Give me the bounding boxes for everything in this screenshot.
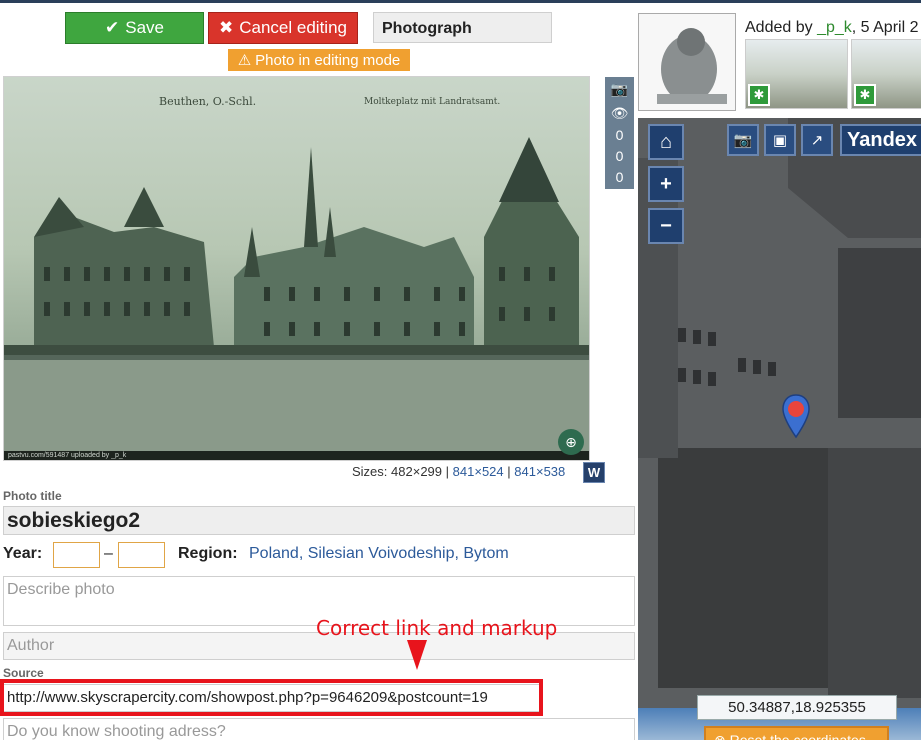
photo-caption-right: Moltkeplatz mit Landratsamt. [364, 97, 501, 107]
region-link[interactable]: Poland, Silesian Voivodeship, Bytom [249, 545, 509, 563]
map-marker-icon[interactable] [781, 393, 811, 439]
year-to-input[interactable] [118, 542, 165, 568]
photo-caption-left: Beuthen, O.-Schl. [159, 95, 257, 108]
editing-mode-badge: ⚠ Photo in editing mode [228, 49, 410, 71]
coordinates-input[interactable]: 50.34887,18.925355 [697, 695, 897, 720]
save-button[interactable]: ✔ Save [65, 12, 204, 44]
size-link-841x538[interactable]: 841×538 [514, 464, 565, 479]
cancel-label: Cancel editing [239, 18, 347, 37]
reset-label: Reset the coordinates [729, 732, 866, 740]
photo-title-label: Photo title [3, 489, 62, 503]
check-icon: ✔ [105, 18, 120, 37]
added-prefix: Added by [745, 19, 818, 36]
year-from-input[interactable] [53, 542, 100, 568]
source-label: Source [3, 666, 44, 680]
map-view[interactable]: ⌂ + − 📷 ▣ ↗ Yandex 50.34887,18.925355 ⊗ … [638, 118, 921, 740]
cancel-editing-button[interactable]: ✖ Cancel editing [208, 12, 358, 44]
added-user-link[interactable]: _p_k [817, 19, 852, 36]
reset-coordinates-button[interactable]: ⊗ Reset the coordinates [704, 726, 889, 740]
uploader-thumbnail[interactable] [638, 13, 736, 111]
size-current: 482×299 [391, 464, 443, 479]
photo-image[interactable]: Beuthen, O.-Schl. Moltkeplatz mit Landra… [3, 76, 590, 461]
camera-icon: 📷 [610, 80, 629, 97]
eye-icon: 👁 [610, 104, 629, 121]
wiki-button[interactable]: W [583, 462, 605, 483]
close-icon: ✖ [219, 18, 234, 37]
size-separator: | [445, 464, 450, 479]
size-link-841x524[interactable]: 841×524 [453, 464, 504, 479]
year-separator: – [104, 545, 113, 562]
save-label: Save [125, 18, 164, 37]
photo-stats-panel: 📷 👁 0 0 0 [605, 77, 634, 189]
shooting-address-input[interactable]: Do you know shooting adress? [3, 718, 635, 740]
nearby-flag-icon: ✱ [854, 84, 876, 106]
top-bar [0, 0, 921, 3]
minus-icon[interactable]: − [648, 208, 684, 244]
editing-mode-label: Photo in editing mode [255, 51, 401, 69]
map-provider-button[interactable]: Yandex [840, 124, 921, 156]
plus-icon[interactable]: + [648, 166, 684, 202]
sizes-row: Sizes: 482×299 | 841×524 | 841×538 [352, 464, 565, 479]
home-icon[interactable]: ⌂ [648, 124, 684, 160]
region-label: Region: [178, 545, 238, 562]
annotation-text: Correct link and markup [316, 616, 558, 640]
share-icon[interactable]: ↗ [801, 124, 833, 156]
highlight-box [0, 679, 543, 716]
nearby-photo-thumb[interactable]: ✱ [851, 39, 921, 109]
views-week: 0 [615, 169, 624, 185]
photo-title-input[interactable]: sobieskiego2 [3, 506, 635, 535]
reset-icon: ⊗ [714, 732, 726, 740]
nearby-flag-icon: ✱ [748, 84, 770, 106]
views-day: 0 [615, 148, 624, 164]
size-separator: | [507, 464, 511, 479]
warning-icon: ⚠ [237, 52, 252, 69]
camera-icon[interactable]: 📷 [727, 124, 759, 156]
photo-type-select[interactable]: Photograph [373, 12, 552, 43]
views-total: 0 [615, 127, 624, 143]
gargoyle-image [657, 28, 727, 104]
annotation-arrow [407, 640, 427, 670]
sizes-label: Sizes: [352, 464, 388, 479]
year-label: Year: [3, 545, 43, 562]
nearby-photo-thumb[interactable]: ✱ [745, 39, 848, 109]
added-by-text: Added by _p_k, 5 April 2 [745, 19, 918, 37]
zoom-in-icon[interactable]: ⊕ [558, 429, 584, 455]
added-suffix: , 5 April 2 [851, 19, 919, 36]
photo-illustration [4, 137, 589, 453]
photo-watermark: pastvu.com/591487 uploaded by _p_k [4, 451, 589, 460]
image-icon[interactable]: ▣ [764, 124, 796, 156]
